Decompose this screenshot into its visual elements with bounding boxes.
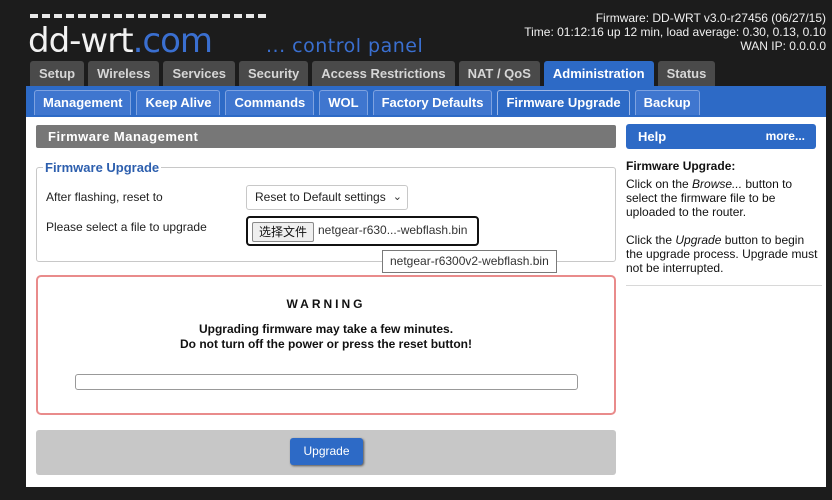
reset-select[interactable]: Reset to Default settings ⌄ — [246, 185, 408, 210]
logo-subtitle: ... control panel — [266, 35, 424, 57]
chevron-down-icon: ⌄ — [392, 191, 402, 203]
tab-status[interactable]: Status — [657, 61, 716, 86]
help-paragraph-browse: Click on the Browse... button to select … — [626, 177, 822, 219]
help-text: Click the — [626, 233, 676, 247]
subtab-factory-defaults[interactable]: Factory Defaults — [372, 90, 493, 115]
subtab-keep-alive[interactable]: Keep Alive — [136, 90, 221, 115]
help-divider — [626, 285, 822, 286]
help-emphasis: Browse... — [692, 177, 743, 191]
logo-prefix: dd-wrt — [28, 21, 134, 61]
tab-security[interactable]: Security — [238, 61, 309, 86]
logo-bars — [30, 14, 266, 18]
system-info: Firmware: DD-WRT v3.0-r27456 (06/27/15) … — [524, 11, 826, 53]
subtab-firmware-upgrade[interactable]: Firmware Upgrade — [497, 90, 630, 115]
reset-label: After flashing, reset to — [46, 190, 163, 204]
wan-ip: WAN IP: 0.0.0.0 — [740, 39, 826, 53]
fieldset-legend: Firmware Upgrade — [43, 160, 162, 175]
main-tabs: Setup Wireless Services Security Access … — [30, 61, 716, 86]
warning-title: WARNING — [286, 297, 366, 311]
file-name: netgear-r630...-webflash.bin — [318, 223, 468, 237]
help-title: Help — [638, 129, 667, 144]
file-tooltip: netgear-r6300v2-webflash.bin — [382, 250, 557, 273]
tab-administration[interactable]: Administration — [543, 61, 654, 86]
help-heading: Firmware Upgrade: — [626, 159, 736, 173]
tab-access-restrictions[interactable]: Access Restrictions — [312, 61, 455, 86]
uptime: Time: 01:12:16 up 12 min, load average: … — [524, 25, 826, 39]
tab-services[interactable]: Services — [163, 61, 235, 86]
firmware-upgrade-fieldset: Firmware Upgrade After flashing, reset t… — [36, 160, 616, 262]
subtab-management[interactable]: Management — [34, 90, 132, 115]
logo-text: dd-wrt.com — [28, 21, 213, 61]
help-header: Help more... — [626, 124, 816, 149]
upgrade-button[interactable]: Upgrade — [290, 438, 363, 465]
firmware-version: Firmware: DD-WRT v3.0-r27456 (06/27/15) — [595, 11, 826, 25]
subtab-backup[interactable]: Backup — [634, 90, 700, 115]
tab-wireless[interactable]: Wireless — [88, 61, 160, 86]
help-emphasis: Upgrade — [675, 233, 722, 247]
subtab-wol[interactable]: WOL — [319, 90, 368, 115]
logo: dd-wrt.com ... control panel — [28, 10, 468, 60]
help-body: Firmware Upgrade: Click on the Browse...… — [626, 159, 822, 289]
help-paragraph-upgrade: Click the Upgrade button to begin the up… — [626, 233, 822, 275]
warning-line-1: Upgrading firmware may take a few minute… — [198, 322, 454, 336]
action-bar: Upgrade — [36, 430, 616, 475]
warning-line-2: Do not turn off the power or press the r… — [180, 337, 472, 351]
sub-tabs: Management Keep Alive Commands WOL Facto… — [34, 90, 700, 115]
tab-setup[interactable]: Setup — [30, 61, 85, 86]
reset-select-value: Reset to Default settings — [255, 190, 386, 204]
file-input[interactable]: 选择文件 netgear-r630...-webflash.bin — [246, 216, 479, 246]
help-more-link[interactable]: more... — [766, 124, 805, 149]
choose-file-button[interactable]: 选择文件 — [252, 222, 315, 242]
file-label: Please select a file to upgrade — [46, 220, 207, 234]
logo-suffix: .com — [132, 21, 213, 61]
tab-nat-qos[interactable]: NAT / QoS — [458, 61, 540, 86]
warning-box: WARNING Upgrading firmware may take a fe… — [36, 275, 616, 415]
help-text: Click on the — [626, 177, 693, 191]
upgrade-progress-bar — [75, 374, 578, 390]
subtab-commands[interactable]: Commands — [225, 90, 315, 115]
section-title: Firmware Management — [36, 125, 616, 148]
content-area: Firmware Management Firmware Upgrade Aft… — [26, 117, 826, 487]
